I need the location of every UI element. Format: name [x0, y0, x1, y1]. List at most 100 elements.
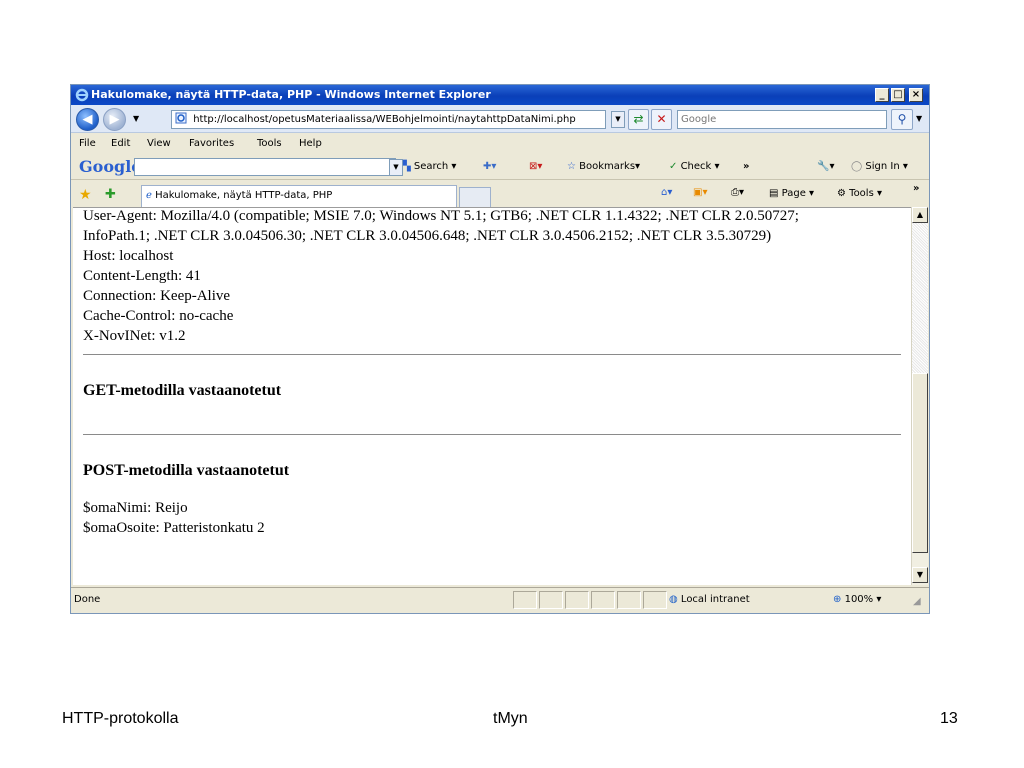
tools-gear-icon: ⚙ — [837, 188, 846, 199]
status-cell — [565, 591, 589, 609]
more-tools-button[interactable]: » — [743, 161, 749, 172]
forward-button[interactable]: ▶ — [103, 108, 126, 131]
address-input[interactable]: http://localhost/opetusMateriaalissa/WEB… — [171, 110, 606, 129]
post-value-address: $omaOsoite: Patteristonkatu 2 — [83, 520, 265, 536]
scroll-thumb[interactable] — [912, 373, 928, 553]
title-bar: Hakulomake, näytä HTTP-data, PHP - Windo… — [71, 85, 929, 105]
page-icon — [175, 112, 187, 124]
address-dropdown-button[interactable]: ▼ — [611, 111, 625, 128]
intranet-globe-icon: ◍ — [669, 594, 678, 605]
status-text: Done — [74, 594, 101, 605]
scroll-down-arrow[interactable]: ▼ — [912, 567, 928, 583]
search-placeholder: Google — [681, 114, 717, 125]
address-url: http://localhost/opetusMateriaalissa/WEB… — [193, 114, 576, 125]
header-user-agent-1: User-Agent: Mozilla/4.0 (compatible; MSI… — [83, 208, 799, 224]
status-cell — [539, 591, 563, 609]
footer-page-number: 13 — [940, 710, 958, 727]
tab-page-icon: ℯ — [146, 190, 152, 201]
tab-overflow-icon[interactable]: » — [913, 183, 919, 194]
google-search-icon: ▚ — [403, 161, 411, 172]
status-cell — [643, 591, 667, 609]
menu-file[interactable]: File — [79, 134, 96, 154]
stop-button[interactable]: ✕ — [651, 109, 672, 130]
get-heading: GET-metodilla vastaanotetut — [83, 382, 282, 399]
search-input[interactable]: Google — [677, 110, 887, 129]
maximize-button[interactable]: □ — [891, 88, 905, 102]
search-icon: ⚲ — [897, 112, 907, 126]
sign-in-label: Sign In — [865, 161, 900, 172]
browser-window: Hakulomake, näytä HTTP-data, PHP - Windo… — [70, 84, 930, 614]
tools-menu-label: Tools — [849, 188, 874, 199]
wrench-icon[interactable]: 🔧▾ — [817, 161, 834, 172]
header-connection: Connection: Keep-Alive — [83, 288, 231, 304]
menu-bar: File Edit View Favorites Tools Help — [71, 134, 929, 154]
home-icon[interactable]: ⌂▾ — [661, 187, 672, 198]
popup-blocker-icon[interactable]: ⊠▾ — [529, 161, 542, 172]
page-menu-label: Page — [781, 188, 806, 199]
page-menu-icon: ▤ — [769, 188, 779, 199]
security-zone[interactable]: ◍ Local intranet — [669, 594, 750, 605]
back-arrow-icon: ◀ — [82, 112, 93, 127]
search-button[interactable]: ⚲ — [891, 109, 913, 130]
google-plus-icon[interactable]: ✚▾ — [483, 161, 496, 172]
zoom-level: 100% — [844, 594, 874, 605]
header-host: Host: localhost — [83, 248, 174, 264]
new-tab-button[interactable] — [459, 187, 491, 207]
back-button[interactable]: ◀ — [76, 108, 99, 131]
address-bar: ◀ ▶ ▼ http://localhost/opetusMateriaalis… — [71, 105, 929, 133]
feeds-icon[interactable]: ▣▾ — [693, 187, 707, 198]
spellcheck-icon: ✓ — [669, 161, 678, 172]
google-search-button[interactable]: ▚ Search ▾ — [403, 161, 456, 172]
status-cell — [513, 591, 537, 609]
page-menu-button[interactable]: ▤ Page ▾ — [769, 188, 814, 199]
zoom-control[interactable]: ⊕ 100% ▾ — [833, 594, 881, 605]
scroll-up-arrow[interactable]: ▲ — [912, 207, 928, 223]
post-heading: POST-metodilla vastaanotetut — [83, 462, 290, 479]
recent-pages-dropdown-icon[interactable]: ▼ — [133, 114, 139, 123]
minimize-button[interactable]: _ — [875, 88, 889, 102]
footer-author: tMyn — [493, 710, 528, 727]
header-user-agent-2: InfoPath.1; .NET CLR 3.0.04506.30; .NET … — [83, 228, 772, 244]
status-bar: Done ◍ Local intranet ⊕ 100% ▾ ◢ — [71, 587, 929, 613]
check-label: Check — [680, 161, 712, 172]
bookmarks-button[interactable]: ☆ Bookmarks▾ — [567, 161, 640, 172]
post-value-name: $omaNimi: Reijo — [83, 500, 188, 516]
google-search-input[interactable] — [134, 158, 396, 176]
add-favorites-icon[interactable]: ✚ — [105, 187, 116, 202]
divider-1 — [83, 354, 901, 355]
menu-favorites[interactable]: Favorites — [189, 134, 234, 154]
status-cell — [617, 591, 641, 609]
close-button[interactable]: × — [909, 88, 923, 102]
resize-grip-icon[interactable]: ◢ — [913, 596, 921, 607]
star-icon: ☆ — [567, 161, 576, 172]
google-logo-text: Google — [79, 157, 142, 176]
header-x-novinet: X-NovINet: v1.2 — [83, 328, 186, 344]
menu-edit[interactable]: Edit — [111, 134, 130, 154]
refresh-button[interactable]: ⇄ — [628, 109, 649, 130]
ie-logo-icon — [75, 88, 89, 102]
window-title: Hakulomake, näytä HTTP-data, PHP - Windo… — [91, 88, 491, 101]
sign-in-button[interactable]: ◯ Sign In ▾ — [851, 161, 908, 172]
google-logo: Google — [79, 157, 141, 176]
status-cell — [591, 591, 615, 609]
vertical-scrollbar[interactable]: ▲ ▼ — [911, 207, 928, 585]
print-icon[interactable]: ⎙▾ — [731, 187, 744, 198]
header-content-length: Content-Length: 41 — [83, 268, 201, 284]
scroll-track[interactable] — [912, 223, 928, 373]
google-search-dropdown[interactable]: ▼ — [389, 159, 403, 176]
menu-help[interactable]: Help — [299, 134, 322, 154]
google-search-label: Search — [413, 161, 449, 172]
divider-2 — [83, 434, 901, 435]
favorites-star-icon[interactable]: ★ — [79, 187, 92, 203]
tools-menu-button[interactable]: ⚙ Tools ▾ — [837, 188, 882, 199]
menu-tools[interactable]: Tools — [257, 134, 282, 154]
menu-view[interactable]: View — [147, 134, 171, 154]
tab-bar: ★ ✚ ℯ Hakulomake, näytä HTTP-data, PHP ⌂… — [71, 181, 929, 207]
bookmarks-label: Bookmarks — [579, 161, 636, 172]
forward-arrow-icon: ▶ — [109, 112, 120, 127]
stop-icon: ✕ — [656, 112, 667, 126]
user-circle-icon: ◯ — [851, 161, 863, 172]
tab-current[interactable]: ℯ Hakulomake, näytä HTTP-data, PHP — [141, 185, 457, 207]
search-options-icon[interactable]: ▼ — [916, 114, 922, 123]
spellcheck-button[interactable]: ✓ Check ▾ — [669, 161, 720, 172]
